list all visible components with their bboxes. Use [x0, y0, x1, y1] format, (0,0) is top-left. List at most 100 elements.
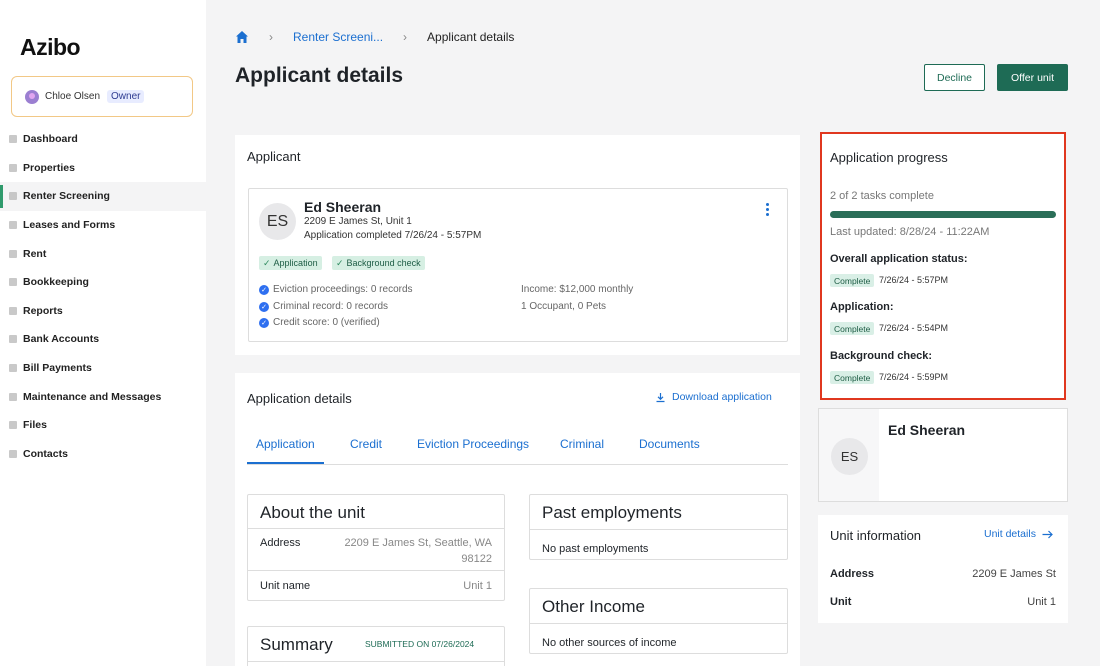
tab-bar: Application Credit Eviction Proceedings …: [247, 428, 788, 465]
sidebar-item-label: Rent: [23, 247, 47, 260]
address-value: 2209 E James St: [972, 568, 1056, 580]
sidebar-item-leases-and-forms[interactable]: Leases and Forms: [0, 211, 206, 240]
divider: [248, 570, 504, 571]
tab-credit[interactable]: Credit: [350, 437, 382, 451]
box-title: Past employments: [542, 503, 682, 522]
application-progress-card: Application progress 2 of 2 tasks comple…: [820, 132, 1066, 400]
other-income-box: Other Income No other sources of income: [529, 588, 788, 654]
sidebar-item-label: Bank Accounts: [23, 333, 100, 346]
bank-icon: [9, 335, 17, 344]
unit-information-card: Unit information Unit details Address 22…: [818, 515, 1068, 623]
more-options-icon[interactable]: [766, 203, 769, 218]
sidebar-item-label: Maintenance and Messages: [23, 390, 162, 403]
sidebar: Azibo Chloe Olsen Owner Dashboard Proper…: [0, 0, 206, 666]
decline-button[interactable]: Decline: [924, 64, 985, 91]
sidebar-item-contacts[interactable]: Contacts: [0, 440, 206, 469]
fact-criminal: ✓ Criminal record: 0 records: [259, 301, 388, 312]
sidebar-item-bill-payments[interactable]: Bill Payments: [0, 354, 206, 383]
address-label: Address: [260, 537, 301, 549]
sidebar-item-bookkeeping[interactable]: Bookkeeping: [0, 268, 206, 297]
building-icon: [9, 163, 17, 172]
verified-icon: ✓: [259, 317, 269, 328]
tab-application[interactable]: Application: [247, 437, 324, 464]
tab-documents[interactable]: Documents: [639, 437, 700, 451]
chevron-right-icon: ›: [403, 30, 408, 44]
tab-eviction-proceedings[interactable]: Eviction Proceedings: [417, 437, 529, 451]
sidebar-item-label: Renter Screening: [23, 190, 110, 203]
breadcrumb-current: Applicant details: [427, 30, 515, 44]
status-badge: Complete: [830, 274, 875, 287]
applicant-address: 2209 E James St, Unit 1: [304, 216, 412, 227]
page-title: Applicant details: [235, 64, 404, 87]
home-icon: [9, 135, 17, 144]
folder-icon: [9, 421, 17, 430]
home-icon[interactable]: [235, 30, 249, 44]
status-label: Application:: [830, 301, 894, 313]
box-title: Other Income: [542, 597, 645, 616]
document-icon: [9, 221, 17, 230]
user-name: Chloe Olsen: [45, 91, 101, 102]
empty-state: No past employments: [542, 543, 649, 555]
application-details-card: Application details Download application…: [235, 373, 800, 666]
applicant-profile-card: ES Ed Sheeran: [818, 408, 1068, 502]
check-icon: ✓: [263, 257, 271, 268]
chevron-right-icon: ›: [269, 30, 273, 44]
arrow-right-icon: [1042, 530, 1053, 538]
unit-value: Unit 1: [1027, 596, 1056, 608]
empty-state: No other sources of income: [542, 637, 677, 649]
sidebar-item-maintenance[interactable]: Maintenance and Messages: [0, 382, 206, 411]
box-title: Summary: [260, 635, 333, 654]
applicant-name: Ed Sheeran: [888, 422, 966, 438]
sidebar-item-dashboard[interactable]: Dashboard: [0, 125, 206, 154]
divider: [530, 623, 787, 624]
sidebar-item-label: Files: [23, 419, 47, 432]
address-label: Address: [830, 568, 875, 580]
avatar: ES: [831, 438, 868, 475]
section-title: Applicant: [247, 149, 301, 164]
tasks-complete: 2 of 2 tasks complete: [830, 190, 934, 202]
offer-unit-button[interactable]: Offer unit: [997, 64, 1068, 91]
summary-box: Summary SUBMITTED ON 07/26/2024: [247, 626, 505, 666]
download-application-link[interactable]: Download application: [655, 391, 772, 403]
divider: [248, 661, 504, 662]
status-label: Overall application status:: [830, 253, 968, 265]
fact-income: Income: $12,000 monthly: [521, 284, 634, 295]
sidebar-item-label: Contacts: [23, 447, 68, 460]
sidebar-item-reports[interactable]: Reports: [0, 297, 206, 326]
last-updated: Last updated: 8/28/24 - 11:22AM: [830, 226, 990, 238]
section-title: Application details: [247, 391, 352, 406]
book-icon: [9, 278, 17, 287]
sidebar-item-label: Bookkeeping: [23, 276, 89, 289]
sidebar-item-rent[interactable]: Rent: [0, 239, 206, 268]
applicant-summary: ES Ed Sheeran 2209 E James St, Unit 1 Ap…: [248, 188, 788, 342]
applicant-card: Applicant ES Ed Sheeran 2209 E James St,…: [235, 135, 800, 355]
application-completed: Application completed 7/26/24 - 5:57PM: [304, 230, 482, 241]
submitted-date: SUBMITTED ON 07/26/2024: [365, 639, 475, 649]
breadcrumb: › Renter Screeni... › Applicant details: [235, 30, 514, 44]
user-switcher[interactable]: Chloe Olsen Owner: [11, 76, 193, 117]
progress-bar: [830, 211, 1056, 218]
unit-details-link[interactable]: Unit details: [984, 528, 1053, 540]
sidebar-item-files[interactable]: Files: [0, 411, 206, 440]
status-badge: Complete: [830, 371, 875, 384]
breadcrumb-parent-link[interactable]: Renter Screeni...: [293, 30, 383, 44]
wrench-icon: [9, 392, 17, 401]
unit-label: Unit: [830, 596, 852, 608]
past-employments-box: Past employments No past employments: [529, 494, 788, 560]
sidebar-item-properties[interactable]: Properties: [0, 154, 206, 183]
sidebar-item-label: Dashboard: [23, 133, 78, 146]
check-icon: ✓: [336, 257, 344, 268]
sidebar-item-renter-screening[interactable]: Renter Screening: [0, 182, 206, 211]
sidebar-item-label: Reports: [23, 304, 63, 317]
fact-occupants: 1 Occupant, 0 Pets: [521, 301, 607, 312]
sidebar-item-label: Properties: [23, 161, 75, 174]
sidebar-item-bank-accounts[interactable]: Bank Accounts: [0, 325, 206, 354]
tab-criminal[interactable]: Criminal: [560, 437, 604, 451]
sidebar-nav: Dashboard Properties Renter Screening Le…: [0, 125, 206, 468]
download-icon: [656, 392, 665, 402]
azibo-logo[interactable]: Azibo: [20, 34, 81, 61]
avatar: [25, 89, 39, 104]
status-badge: ✓ Background check: [332, 256, 425, 270]
about-unit-box: About the unit Address 2209 E James St, …: [247, 494, 505, 601]
unit-name-label: Unit name: [260, 580, 311, 592]
